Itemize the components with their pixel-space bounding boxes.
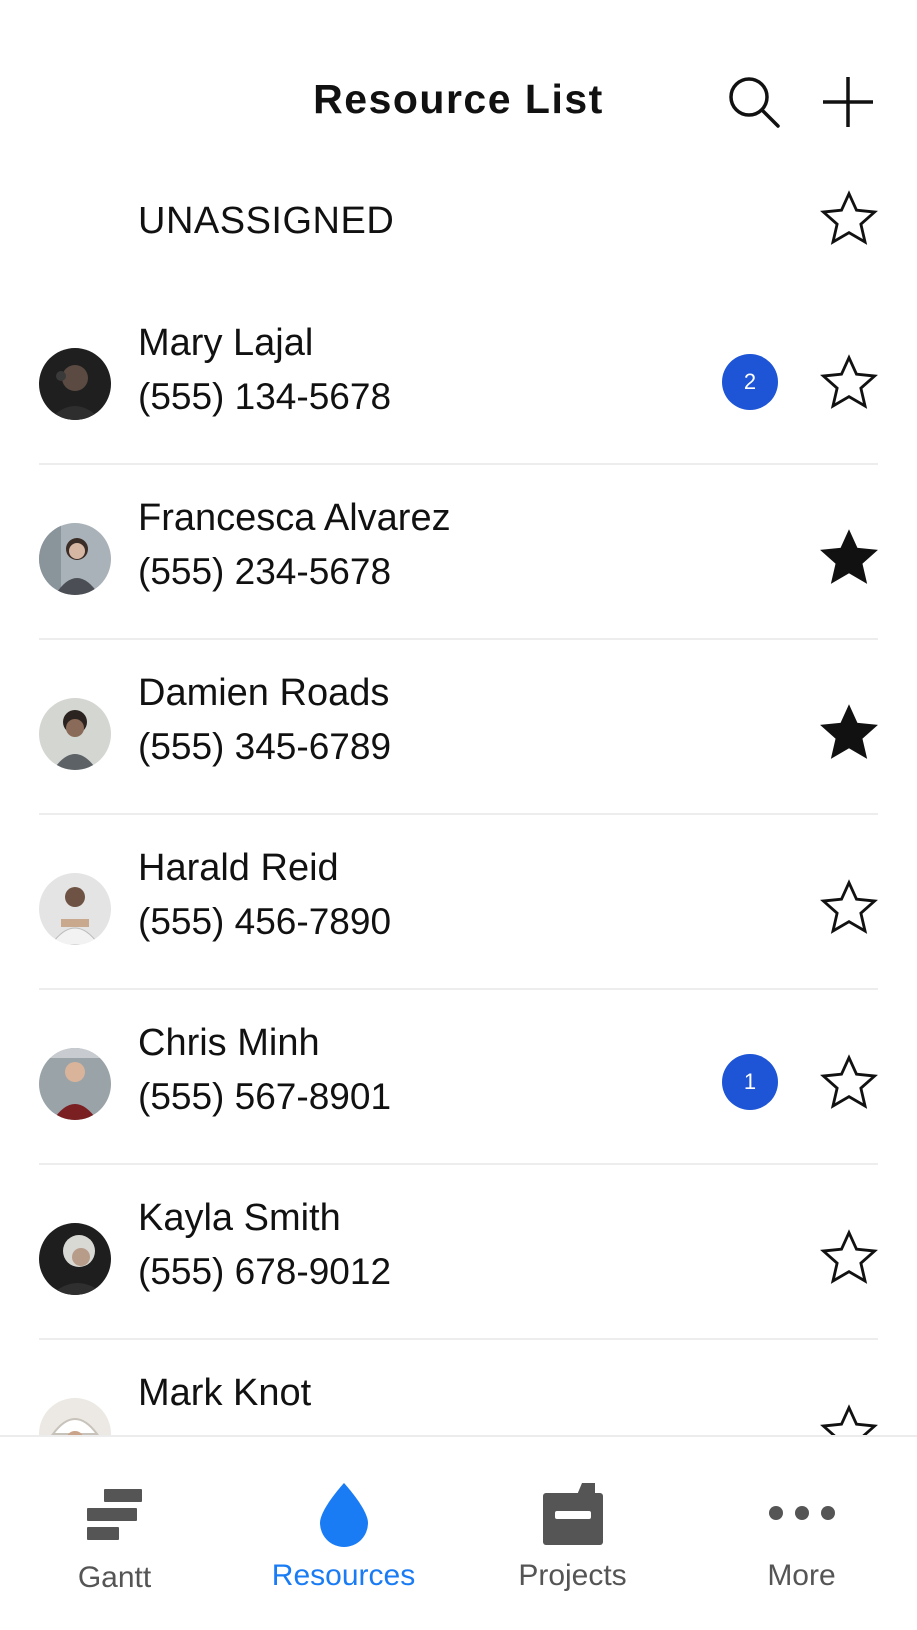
avatar: [39, 1223, 111, 1295]
avatar: [39, 1048, 111, 1120]
search-icon: [729, 77, 780, 128]
resource-row[interactable]: Chris Minh (555) 567-8901 1: [0, 990, 917, 1165]
resource-row[interactable]: Harald Reid (555) 456-7890: [0, 815, 917, 990]
resource-name: Francesca Alvarez: [138, 497, 451, 539]
star-outline-icon[interactable]: [818, 1402, 880, 1435]
star-outline-icon[interactable]: [818, 1052, 880, 1114]
resource-phone: (555) 567-8901: [138, 1076, 392, 1117]
resource-list-screen: Resource List UNASSIGNED Mary Lajal (555…: [0, 0, 917, 1630]
avatar: [39, 1398, 111, 1435]
add-resource-button[interactable]: [818, 72, 878, 132]
resource-list: Mary Lajal (555) 134-5678 2 Francesca Al…: [0, 290, 917, 1435]
unassigned-row[interactable]: UNASSIGNED: [0, 180, 917, 290]
resource-name: Mary Lajal: [138, 322, 314, 364]
tab-resources[interactable]: Resources: [229, 1437, 458, 1630]
resource-phone: (555) 456-7890: [138, 901, 392, 942]
resource-name: Mark Knot: [138, 1372, 312, 1414]
bottom-tab-bar: Gantt Resources Projects More: [0, 1435, 917, 1630]
star-filled-icon[interactable]: [818, 527, 880, 589]
resource-name: Damien Roads: [138, 672, 390, 714]
resource-name: Harald Reid: [138, 847, 339, 889]
resource-name: Kayla Smith: [138, 1197, 341, 1239]
search-button[interactable]: [724, 72, 784, 132]
tab-label: Resources: [271, 1559, 416, 1592]
avatar: [39, 698, 111, 770]
tab-gantt[interactable]: Gantt: [0, 1437, 229, 1630]
more-dots-icon: [768, 1506, 835, 1520]
resource-row[interactable]: Francesca Alvarez (555) 234-5678: [0, 465, 917, 640]
resource-phone: (555) 678-9012: [138, 1251, 392, 1292]
resource-row[interactable]: Mary Lajal (555) 134-5678 2: [0, 290, 917, 465]
tab-more[interactable]: More: [687, 1437, 916, 1630]
star-outline-icon[interactable]: [818, 352, 880, 414]
header: Resource List: [0, 0, 917, 200]
star-filled-icon[interactable]: [818, 702, 880, 764]
tab-projects[interactable]: Projects: [458, 1437, 687, 1630]
star-outline-icon[interactable]: [818, 877, 880, 939]
notification-badge: 1: [722, 1054, 778, 1110]
resource-row[interactable]: Damien Roads (555) 345-6789: [0, 640, 917, 815]
star-outline-icon[interactable]: [818, 1227, 880, 1289]
resource-phone: (555) 134-5678: [138, 376, 392, 417]
gantt-icon: [86, 1489, 142, 1540]
avatar: [39, 523, 111, 595]
resource-phone: (555) 234-5678: [138, 551, 392, 592]
tab-label: Projects: [518, 1559, 627, 1592]
avatar: [39, 348, 111, 420]
resource-phone: (555) 345-6789: [138, 726, 392, 767]
resources-drop-icon: [319, 1483, 368, 1547]
plus-icon: [823, 77, 873, 127]
avatar: [39, 873, 111, 945]
resource-row[interactable]: Kayla Smith (555) 678-9012: [0, 1165, 917, 1340]
resource-row[interactable]: Mark Knot: [0, 1340, 917, 1435]
tab-label: More: [767, 1559, 836, 1592]
projects-folder-icon: [542, 1483, 603, 1545]
star-outline-icon[interactable]: [818, 188, 880, 250]
tab-label: Gantt: [77, 1561, 152, 1594]
notification-badge: 2: [722, 354, 778, 410]
unassigned-label: UNASSIGNED: [138, 200, 395, 242]
resource-name: Chris Minh: [138, 1022, 320, 1064]
